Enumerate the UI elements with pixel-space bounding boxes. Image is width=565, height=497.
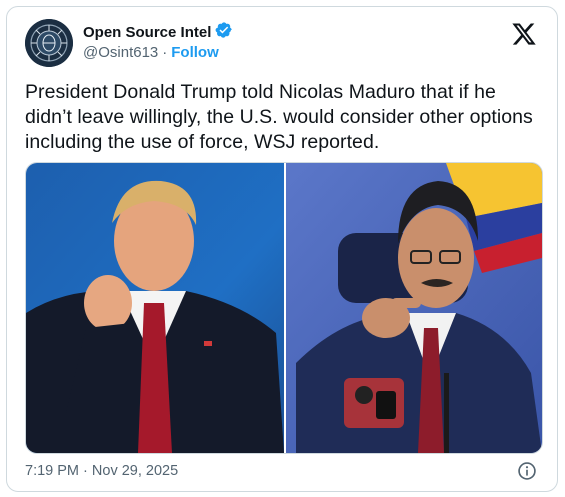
author-display-name[interactable]: Open Source Intel xyxy=(83,24,211,41)
tweet-photo-collage xyxy=(26,163,542,453)
author-handle[interactable]: @Osint613 xyxy=(83,44,158,61)
verified-badge-icon xyxy=(215,21,233,44)
separator-dot: · xyxy=(162,44,168,61)
separator-dot: · xyxy=(83,463,88,479)
tweet-image[interactable] xyxy=(25,162,543,454)
follow-button[interactable]: Follow xyxy=(171,44,219,61)
info-icon[interactable] xyxy=(517,461,537,481)
tweet-card: Open Source Intel @Osint613 · Follow Pre… xyxy=(6,6,558,492)
tweet-date: Nov 29, 2025 xyxy=(91,463,179,479)
avatar[interactable] xyxy=(25,19,73,67)
tweet-timestamp[interactable]: 7:19 PM · Nov 29, 2025 xyxy=(25,463,178,479)
author-handle-row: @Osint613 · Follow xyxy=(83,44,219,61)
tweet-text: President Donald Trump told Nicolas Madu… xyxy=(25,81,533,153)
author-name-row: Open Source Intel xyxy=(83,21,233,44)
x-logo-icon[interactable] xyxy=(511,21,537,47)
tweet-time: 7:19 PM xyxy=(25,463,79,479)
